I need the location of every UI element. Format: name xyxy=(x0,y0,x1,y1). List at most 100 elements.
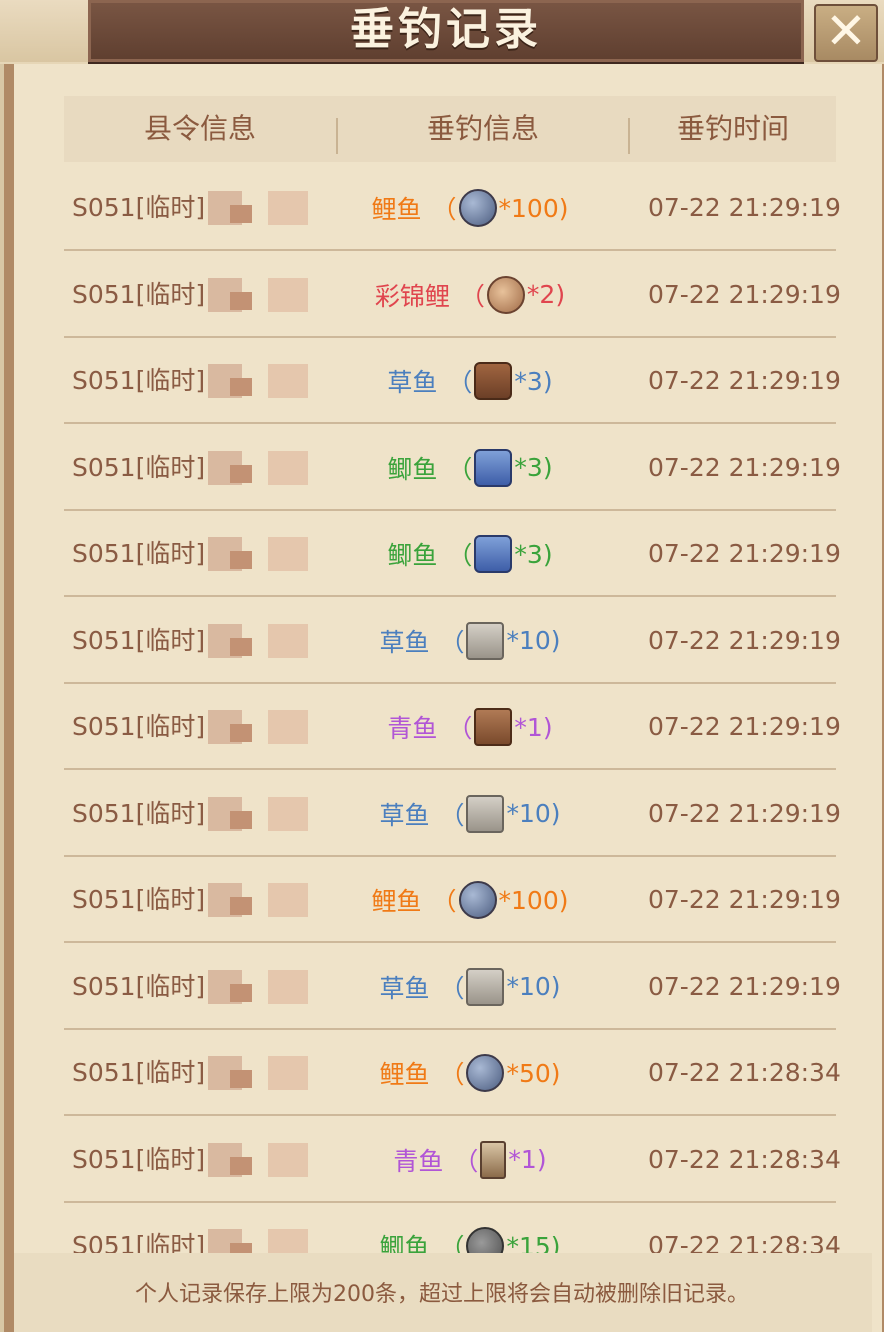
reward-quantity: *15) xyxy=(506,1231,561,1254)
fish-info: 彩锦鲤 （ *2) xyxy=(340,252,600,338)
fish-info: 草鱼 （ *10) xyxy=(340,598,600,684)
fish-info: 草鱼 （ *3) xyxy=(340,338,600,424)
fish-info: 鲫鱼 （ *3) xyxy=(340,425,600,511)
fish-info: 草鱼 （ *10) xyxy=(340,771,600,857)
wooden-chest-icon xyxy=(474,708,513,746)
brown-chest-icon xyxy=(474,362,513,400)
reward-quantity: *1) xyxy=(514,712,553,742)
county-name: S051[临时] xyxy=(72,366,206,395)
county-name: S051[临时] xyxy=(72,885,206,914)
footer-note: 个人记录保存上限为200条，超过上限将会自动被删除旧记录。 xyxy=(135,1282,749,1307)
county-name: S051[临时] xyxy=(72,1231,206,1253)
pixelated-name xyxy=(268,1056,308,1090)
pixelated-name xyxy=(268,969,308,1004)
table-row: S051[临时] 青鱼 （ *1) 07-22 21:28:34 xyxy=(0,1117,884,1203)
fish-info: 草鱼 （ *10) xyxy=(340,944,600,1030)
table-row: S051[临时] 鲫鱼 （ *3) 07-22 21:29:19 xyxy=(0,511,884,597)
fishing-time: 07-22 21:29:19 xyxy=(648,798,841,828)
pixelated-name xyxy=(268,796,308,831)
table-row: S051[临时] 草鱼 （ *10) 07-22 21:29:19 xyxy=(0,598,884,684)
pixelated-name xyxy=(268,623,308,658)
bomb-icon xyxy=(458,189,497,227)
county-name: S051[临时] xyxy=(72,1058,206,1087)
scroll-icon xyxy=(466,967,505,1006)
fish-info: 鲤鱼 （ *50) xyxy=(340,1030,600,1116)
close-button[interactable]: ✕ xyxy=(814,4,878,62)
fish-info: 鲫鱼 （ *15) xyxy=(340,1203,600,1253)
reward-quantity: *2) xyxy=(526,280,566,309)
reward-open-paren: （ xyxy=(439,1060,465,1089)
fish-info: 青鱼 （ *1) xyxy=(340,1117,600,1203)
table-row: S051[临时] 鲤鱼 （ *100) 07-22 21:29:19 xyxy=(0,165,884,251)
header-county-info: 县令信息 xyxy=(143,112,256,145)
reward-quantity: *100) xyxy=(498,193,569,223)
county-name: S051[临时] xyxy=(72,539,206,568)
scroll-icon xyxy=(466,621,505,660)
reward-quantity: *10) xyxy=(506,799,561,828)
pixelated-name xyxy=(230,1243,252,1253)
table-row: S051[临时] 彩锦鲤 （ *2) 07-22 21:29:19 xyxy=(0,252,884,338)
reward-open-paren: （ xyxy=(447,368,473,397)
pixelated-name xyxy=(230,983,252,1002)
pixelated-name xyxy=(230,1156,252,1175)
fish-info: 鲤鱼 （ *100) xyxy=(340,165,600,251)
fish-name: 彩锦鲤 xyxy=(374,281,450,311)
table-row: S051[临时] 草鱼 （ *10) 07-22 21:29:19 xyxy=(0,944,884,1030)
county-name: S051[临时] xyxy=(72,452,206,482)
pixelated-name xyxy=(268,537,308,571)
fish-name: 草鱼 xyxy=(379,800,430,830)
pixelated-name xyxy=(268,710,308,744)
table-row: S051[临时] 鲫鱼 （ *3) 07-22 21:29:19 xyxy=(0,425,884,511)
fish-name: 鲤鱼 xyxy=(371,887,422,916)
county-name: S051[临时] xyxy=(72,971,206,1001)
blue-chest-icon xyxy=(474,448,513,487)
pixelated-name xyxy=(268,450,308,485)
reward-quantity: *50) xyxy=(506,1058,561,1088)
reward-open-paren: （ xyxy=(447,454,473,484)
fishing-time: 07-22 21:28:34 xyxy=(648,1231,841,1253)
fish-info: 鲫鱼 （ *3) xyxy=(340,511,600,597)
table-row: S051[临时] 鲤鱼 （ *50) 07-22 21:28:34 xyxy=(0,1030,884,1116)
table-row: S051[临时] 草鱼 （ *3) 07-22 21:29:19 xyxy=(0,338,884,424)
blue-chest-icon xyxy=(474,535,513,573)
fish-name: 草鱼 xyxy=(379,973,430,1003)
reward-open-paren: （ xyxy=(447,714,473,743)
pixelated-name xyxy=(268,277,308,312)
table-row: S051[临时] 青鱼 （ *1) 07-22 21:29:19 xyxy=(0,684,884,770)
title-corner-left xyxy=(0,0,91,62)
pixelated-name xyxy=(268,883,308,917)
pixelated-name xyxy=(230,810,252,829)
county-name: S051[临时] xyxy=(72,1144,206,1174)
fishing-time: 07-22 21:29:19 xyxy=(648,539,841,568)
pixelated-name xyxy=(230,291,252,310)
fishing-time: 07-22 21:29:19 xyxy=(648,366,841,395)
fish-name: 青鱼 xyxy=(387,714,438,743)
fishing-time: 07-22 21:29:19 xyxy=(648,712,841,741)
fish-name: 鲤鱼 xyxy=(379,1060,430,1089)
header-fishing-info: 垂钓信息 xyxy=(426,112,539,145)
reward-open-paren: （ xyxy=(439,1233,465,1253)
fish-name: 鲫鱼 xyxy=(387,454,438,484)
pixelated-name xyxy=(268,191,308,225)
fishing-time: 07-22 21:29:19 xyxy=(648,452,841,482)
pixelated-name xyxy=(230,378,252,396)
fishing-time: 07-22 21:28:34 xyxy=(648,1144,841,1174)
reward-quantity: *3) xyxy=(514,453,553,482)
county-name: S051[临时] xyxy=(72,279,206,309)
fish-name: 鲫鱼 xyxy=(379,1233,430,1253)
fishing-time: 07-22 21:28:34 xyxy=(648,1058,841,1087)
fishing-time: 07-22 21:29:19 xyxy=(648,885,841,914)
records-list[interactable]: S051[临时] 鲤鱼 （ *100) 07-22 21:29:19 S051[… xyxy=(0,165,884,1253)
county-name: S051[临时] xyxy=(72,798,206,828)
county-name: S051[临时] xyxy=(72,712,206,741)
fish-name: 青鱼 xyxy=(393,1146,444,1176)
reward-open-paren: （ xyxy=(431,887,457,916)
pixelated-name xyxy=(268,1142,308,1177)
fishing-time: 07-22 21:29:19 xyxy=(648,625,841,655)
reward-quantity: *3) xyxy=(514,539,553,569)
table-row: S051[临时] 鲫鱼 （ *15) 07-22 21:28:34 xyxy=(0,1203,884,1253)
reward-quantity: *3) xyxy=(514,366,553,396)
pixelated-name xyxy=(230,897,252,915)
reward-open-paren: （ xyxy=(453,1146,479,1176)
rock-icon xyxy=(466,1227,505,1253)
